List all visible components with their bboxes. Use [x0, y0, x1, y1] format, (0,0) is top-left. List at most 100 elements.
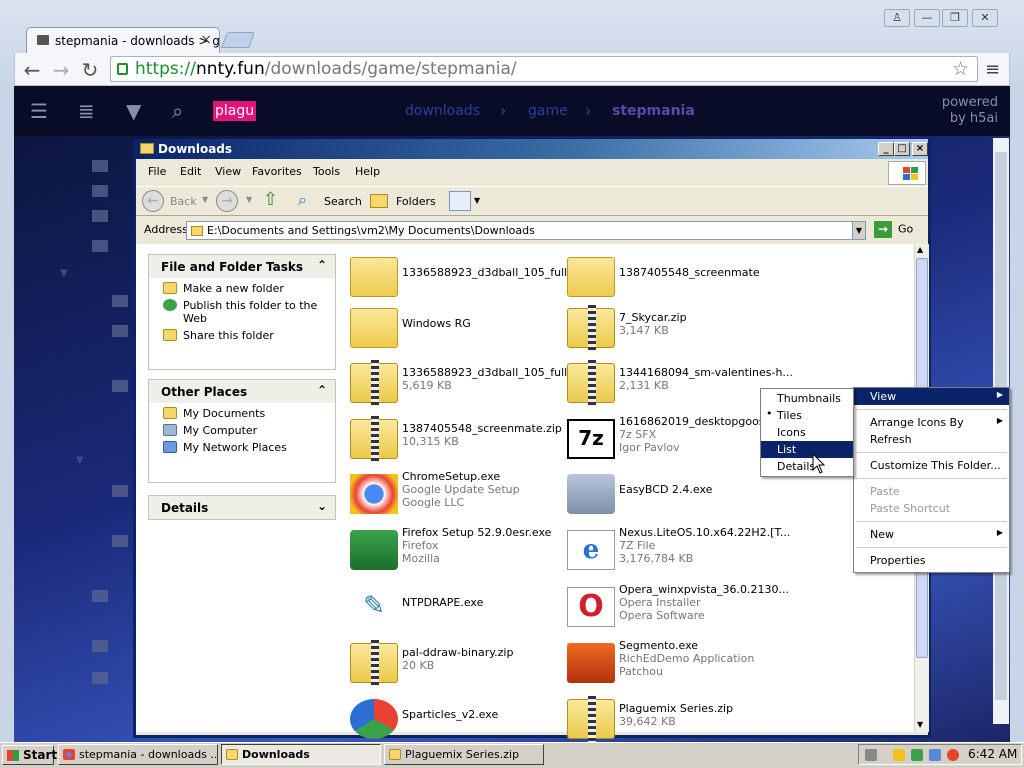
keyboard-icon[interactable] [865, 749, 877, 761]
explorer-titlebar[interactable]: Downloads _ □ × [136, 139, 928, 159]
search-tray-icon[interactable] [947, 749, 959, 761]
file-item[interactable]: 1387405548_screenmate.zip 10,315 KB [350, 415, 565, 467]
file-item[interactable]: Segmento.exe RichEdDemo Application Patcho… [567, 639, 782, 691]
bookmark-star-icon[interactable]: ☆ [952, 58, 969, 80]
panel-header[interactable]: Details ⌄ [149, 495, 335, 519]
user-profile-button[interactable]: ♙ [884, 9, 910, 27]
menu-help[interactable]: Help [355, 165, 380, 178]
file-item[interactable]: EasyBCD 2.4.exe [567, 470, 782, 522]
file-item[interactable]: 1336588923_d3dball_105_full... 5,619 KB [350, 359, 578, 411]
forward-circle-icon[interactable]: → [216, 190, 238, 212]
file-item[interactable]: e Nexus.LiteOS.10.x64.22H2.[T... 7Z File 3,… [567, 526, 790, 578]
address-dropdown-icon[interactable]: ▼ [852, 221, 866, 240]
tree-expand-icon[interactable]: ▼ [60, 268, 68, 279]
ctx-customize-folder[interactable]: Customize This Folder... [854, 457, 1009, 474]
menu-favorites[interactable]: Favorites [252, 165, 302, 178]
search-button[interactable]: Search [324, 195, 362, 208]
file-item[interactable]: O Opera_winxpvista_36.0.2130... Opera Inst… [567, 583, 789, 635]
back-button[interactable]: Back [170, 195, 197, 208]
chrome-menu-icon[interactable]: ≡ [985, 59, 1000, 80]
place-my-documents[interactable]: My Documents [149, 403, 335, 420]
view-tiles[interactable]: • Tiles [761, 407, 853, 424]
ctx-refresh[interactable]: Refresh [854, 431, 1009, 448]
reload-icon[interactable]: ↻ [78, 58, 102, 82]
forward-arrow-icon[interactable]: → [49, 58, 73, 82]
file-item[interactable]: 7_Skycar.zip 3,147 KB [567, 304, 782, 356]
file-item[interactable]: pal-ddraw-binary.zip 20 KB [350, 639, 565, 691]
file-item[interactable]: ✎ NTPDRAPE.exe [350, 583, 565, 635]
expand-chevron-icon[interactable]: ⌄ [317, 499, 327, 513]
clock[interactable]: 6:42 AM [968, 747, 1017, 761]
collapse-chevron-icon[interactable]: ⌃ [317, 258, 327, 272]
filter-input[interactable]: plagu [213, 101, 257, 121]
forward-dropdown-icon[interactable]: ▼ [246, 195, 252, 204]
address-bar[interactable]: https://nnty.fun/downloads/game/stepmani… [110, 56, 978, 82]
file-item[interactable]: 7z 1616862019_desktopgoose_... 7z SFX Igor … [567, 415, 787, 467]
go-button[interactable]: → Go [874, 221, 913, 238]
network-icon[interactable] [911, 749, 923, 761]
scroll-up-icon[interactable]: ▲ [917, 245, 923, 254]
ctx-view[interactable]: View ▶ [854, 388, 1009, 405]
file-item[interactable]: 1344168094_sm-valentines-h... 2,131 KB [567, 359, 793, 411]
task-new-folder[interactable]: Make a new folder [149, 278, 335, 295]
folders-icon[interactable] [370, 194, 388, 208]
back-circle-icon[interactable]: ← [142, 190, 164, 212]
menu-tools[interactable]: Tools [313, 165, 340, 178]
ctx-paste[interactable]: Paste [854, 483, 1009, 500]
ctx-arrange-icons[interactable]: Arrange Icons By ▶ [854, 414, 1009, 431]
search-icon[interactable]: ⌕ [172, 99, 183, 123]
tree-expand-icon[interactable]: ▼ [76, 455, 84, 466]
explorer-maximize-button[interactable]: □ [894, 142, 910, 156]
file-item[interactable]: ChromeSetup.exe Google Update Setup Google… [350, 470, 565, 522]
file-item[interactable]: 1387405548_screenmate [567, 253, 782, 305]
new-tab-button[interactable] [221, 32, 255, 48]
volume-icon[interactable] [929, 749, 941, 761]
minimize-button[interactable]: — [914, 9, 940, 27]
powered-by[interactable]: powered by h5ai [938, 95, 998, 127]
file-item[interactable]: 1336588923_d3dball_105_full [350, 253, 567, 305]
ctx-paste-shortcut[interactable]: Paste Shortcut [854, 500, 1009, 517]
panel-header[interactable]: File and Folder Tasks ⌃ [149, 254, 335, 278]
filter-icon[interactable]: ▼ [126, 99, 141, 123]
up-folder-icon[interactable]: ⇧ [263, 189, 278, 210]
search-icon[interactable]: ⌕ [298, 190, 307, 210]
crumb-stepmania[interactable]: stepmania [612, 103, 695, 119]
views-dropdown-icon[interactable]: ▼ [474, 196, 480, 205]
view-details[interactable]: Details [761, 458, 853, 475]
menu-file[interactable]: File [148, 165, 166, 178]
tab-close-icon[interactable]: × [200, 32, 212, 48]
view-list[interactable]: List [761, 441, 853, 458]
explorer-address-field[interactable]: E:\Documents and Settings\vm2\My Documen… [186, 221, 866, 240]
shield-icon[interactable] [893, 749, 905, 761]
scroll-down-icon[interactable]: ▼ [917, 720, 923, 729]
taskbar-item-zip[interactable]: Plaguemix Series.zip [384, 744, 544, 765]
file-item[interactable]: Windows RG [350, 304, 565, 356]
taskbar-item-downloads[interactable]: Downloads [221, 744, 381, 765]
back-arrow-icon[interactable]: ← [20, 58, 44, 82]
view-list-icon[interactable]: ≣ [78, 99, 95, 123]
task-share-folder[interactable]: Share this folder [149, 325, 335, 342]
menu-view[interactable]: View [215, 165, 241, 178]
explorer-minimize-button[interactable]: _ [878, 142, 894, 156]
place-my-computer[interactable]: My Computer [149, 420, 335, 437]
folders-button[interactable]: Folders [396, 195, 436, 208]
close-window-button[interactable]: ✕ [972, 9, 998, 27]
back-dropdown-icon[interactable]: ▼ [202, 195, 208, 204]
restore-button[interactable]: ❐ [942, 9, 968, 27]
file-item[interactable]: Firefox Setup 52.9.0esr.exe Firefox Mozill… [350, 526, 565, 578]
browser-tab[interactable]: stepmania - downloads > game > stepmania… [26, 27, 220, 53]
view-icons[interactable]: Icons [761, 424, 853, 441]
views-icon[interactable] [449, 191, 471, 211]
sidebar-toggle-icon[interactable]: ☰ [30, 99, 48, 123]
explorer-close-button[interactable]: × [912, 142, 928, 156]
menu-edit[interactable]: Edit [180, 165, 201, 178]
taskbar-item-chrome[interactable]: stepmania - downloads ... [58, 744, 218, 765]
place-my-network[interactable]: My Network Places [149, 437, 335, 454]
ctx-new[interactable]: New ▶ [854, 526, 1009, 543]
start-button[interactable]: Start [2, 745, 57, 765]
crumb-downloads[interactable]: downloads [405, 103, 480, 119]
ctx-properties[interactable]: Properties [854, 552, 1009, 569]
file-item[interactable]: Plaguemix Series.zip 39,642 KB [567, 695, 782, 747]
crumb-game[interactable]: game [528, 103, 568, 119]
panel-header[interactable]: Other Places ⌃ [149, 379, 335, 403]
